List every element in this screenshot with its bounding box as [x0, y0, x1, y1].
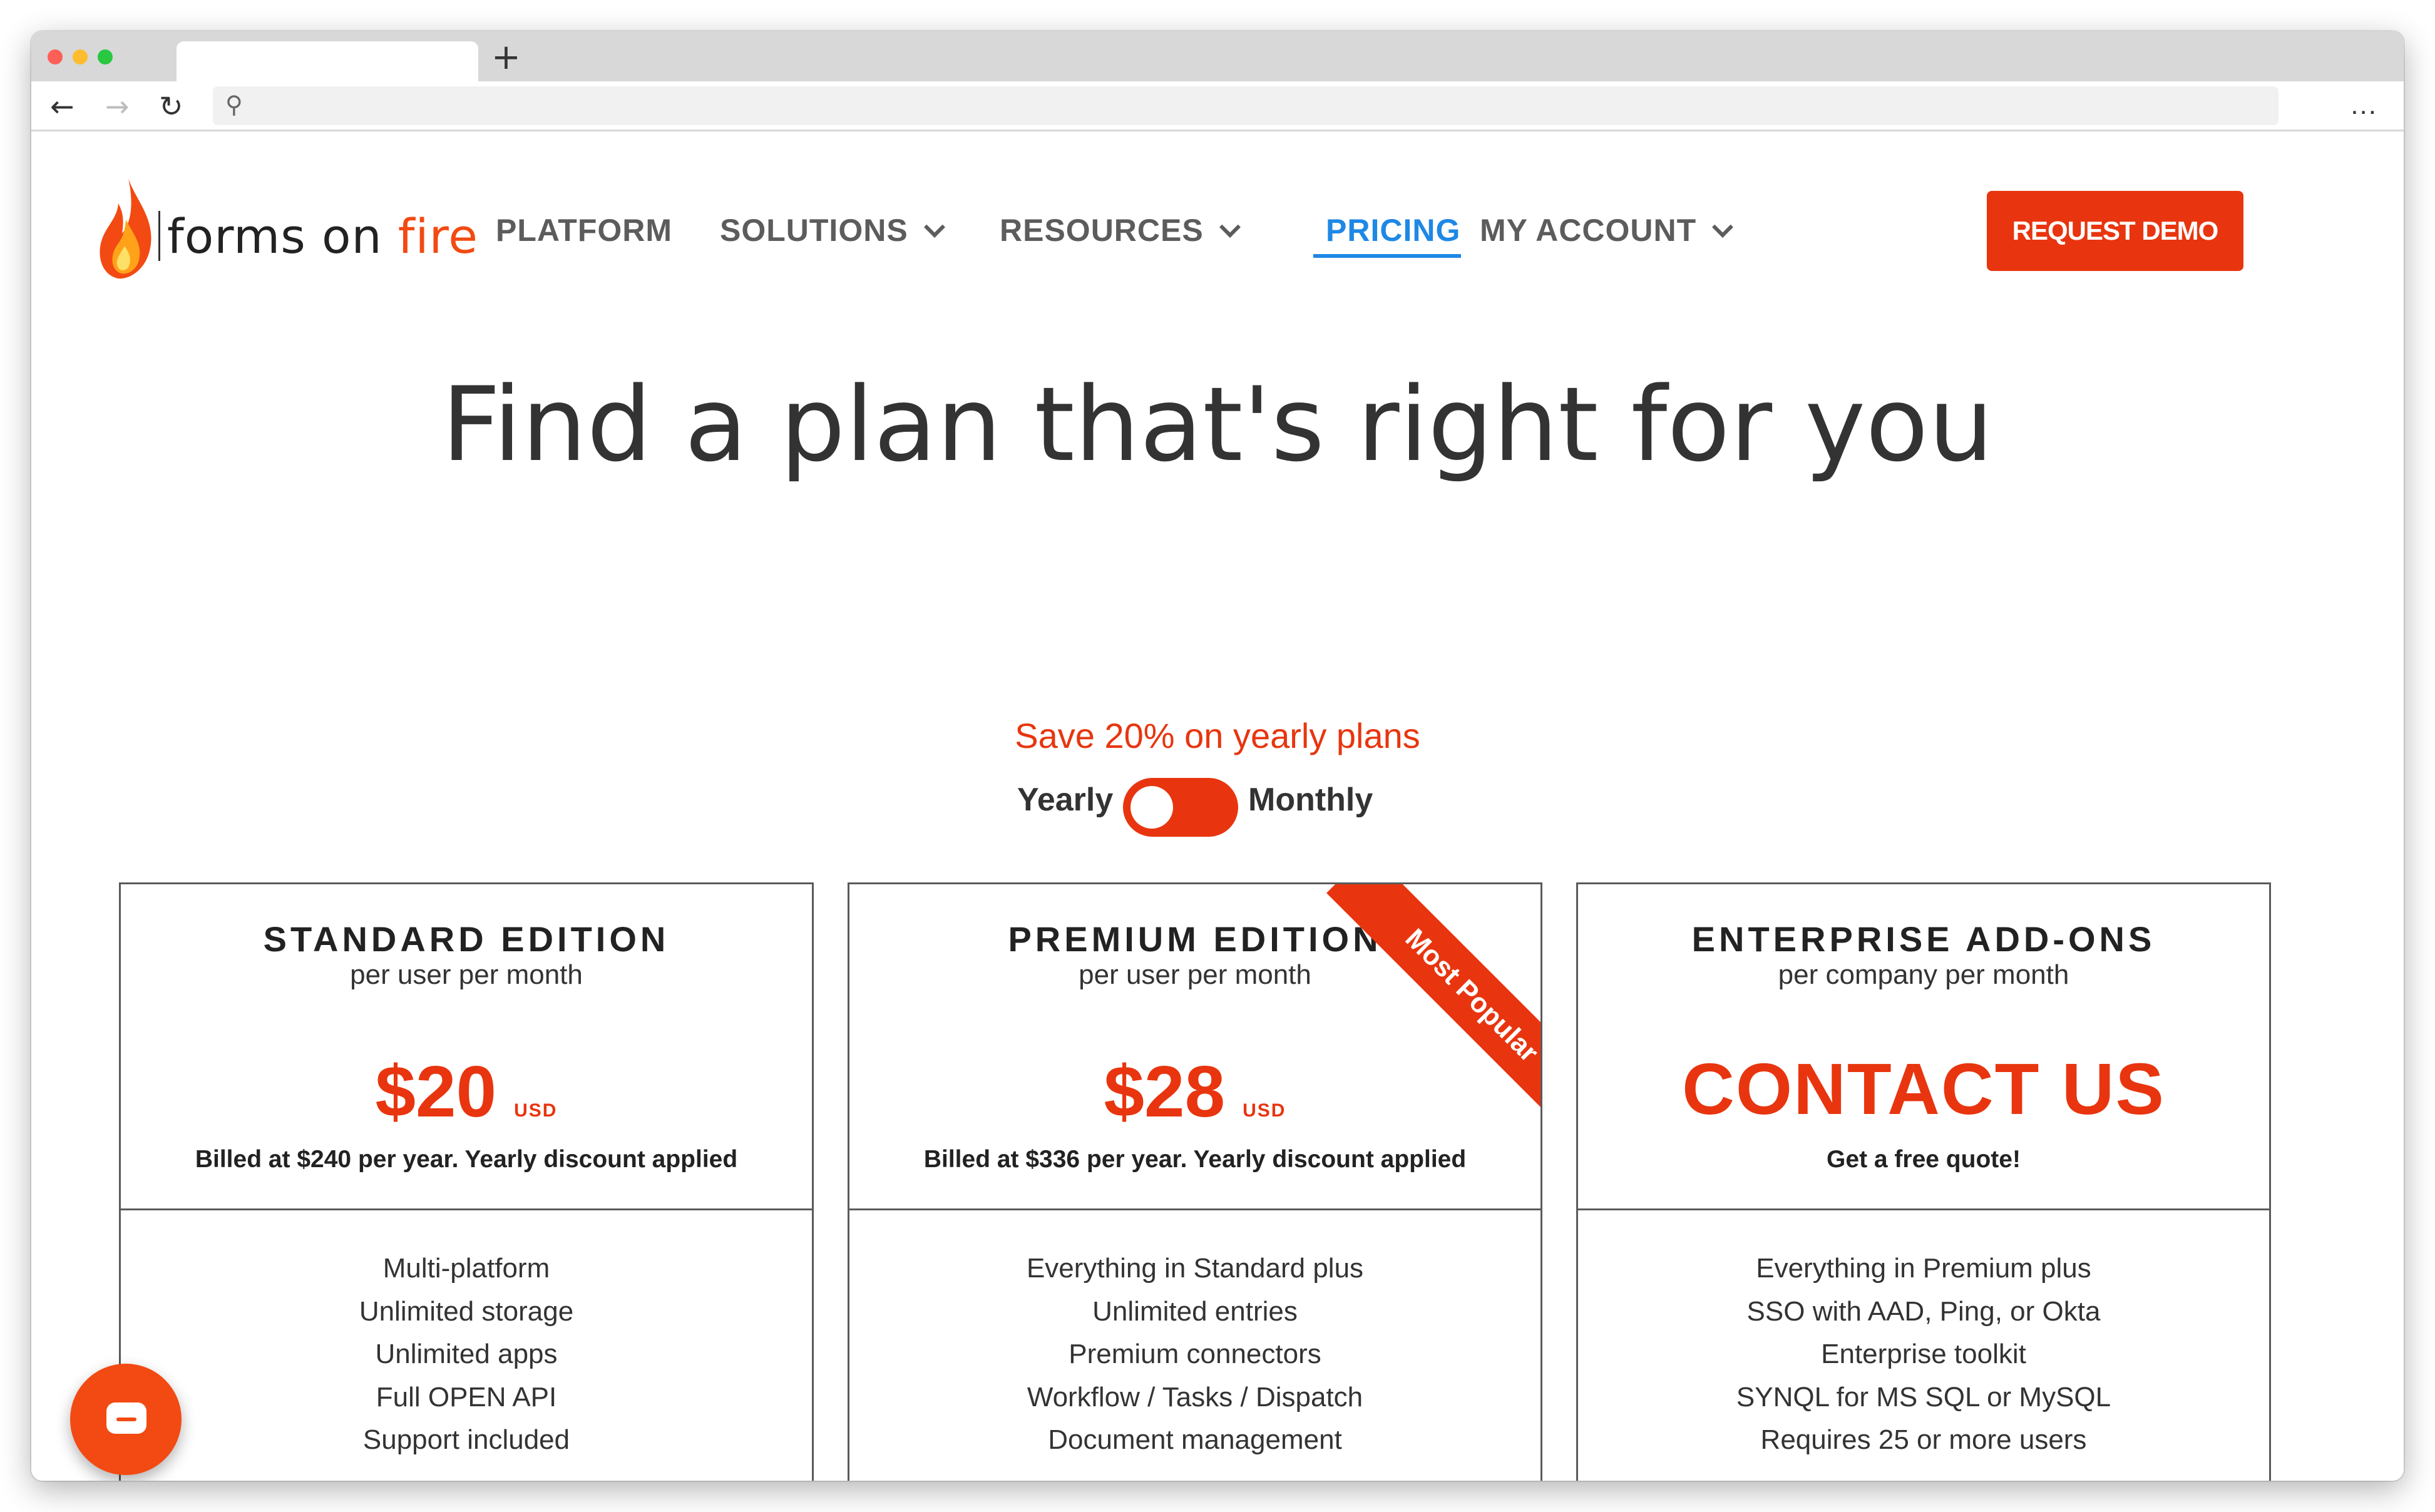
yearly-label[interactable]: Yearly: [1017, 781, 1113, 819]
feature-item: Everything in Standard plus: [1026, 1253, 1364, 1284]
plan-subtitle: per user per month: [350, 959, 583, 990]
reload-icon[interactable]: ↻: [159, 88, 183, 125]
feature-item: Everything in Premium plus: [1756, 1253, 2091, 1284]
feature-list: Everything in Premium plus SSO with AAD,…: [1578, 1247, 2269, 1462]
browser-tab[interactable]: [177, 41, 478, 81]
nav-resources[interactable]: RESOURCES: [1000, 212, 1241, 248]
back-arrow-icon[interactable]: ←: [50, 88, 74, 125]
feature-item: Enterprise toolkit: [1821, 1339, 2026, 1369]
chevron-down-icon: [1219, 217, 1241, 238]
request-demo-button[interactable]: REQUEST DEMO: [1987, 191, 2243, 271]
card-divider: [121, 1208, 812, 1210]
feature-item: Support included: [362, 1424, 570, 1455]
plan-card-enterprise: ENTERPRISE ADD-ONS per company per month…: [1576, 882, 2271, 1481]
feature-item: Unlimited storage: [359, 1295, 574, 1327]
feature-item: Requires 25 or more users: [1760, 1424, 2087, 1455]
chat-bubble-icon: [106, 1402, 146, 1434]
contact-us-price: CONTACT US: [1682, 1048, 2165, 1130]
billing-note: Get a free quote!: [1827, 1146, 2021, 1173]
nav-platform[interactable]: PLATFORM: [496, 212, 672, 248]
feature-item: SSO with AAD, Ping, or Okta: [1746, 1295, 2101, 1327]
feature-item: Unlimited apps: [375, 1339, 558, 1369]
search-icon: ⚲: [225, 91, 243, 118]
chat-widget-button[interactable]: [70, 1364, 182, 1475]
save-note: Save 20% on yearly plans: [1015, 716, 1420, 755]
page-title: Find a plan that's right for you: [441, 365, 1994, 484]
price-amount: $20: [375, 1051, 497, 1132]
plan-card-premium: PREMIUM EDITION per user per month $28 US…: [848, 882, 1542, 1481]
plan-card-standard: STANDARD EDITION per user per month $20 U…: [119, 882, 814, 1481]
plan-price: $20 USD: [121, 1050, 812, 1133]
browser-toolbar: ← → ↻ ⚲ ...: [31, 81, 2404, 131]
feature-item: SYNQL for MS SQL or MySQL: [1736, 1381, 2111, 1412]
feature-item: Unlimited entries: [1092, 1295, 1298, 1327]
billing-toggle[interactable]: [1123, 778, 1238, 837]
monthly-label[interactable]: Monthly: [1248, 781, 1373, 819]
nav-solutions[interactable]: SOLUTIONS: [720, 212, 945, 248]
page-content: forms on fire PLATFORM SOLUTIONS RESOURC…: [31, 133, 2404, 1481]
billing-note: Billed at $240 per year. Yearly discount…: [195, 1146, 738, 1173]
price-amount: $28: [1104, 1051, 1226, 1132]
price-currency: USD: [514, 1100, 558, 1121]
chevron-down-icon: [1712, 217, 1734, 238]
nav-pricing[interactable]: PRICING: [1326, 212, 1460, 248]
toggle-knob: [1130, 786, 1173, 829]
most-popular-ribbon: Most Popular: [1326, 884, 1540, 1141]
tab-bar: +: [31, 31, 2404, 81]
more-menu-icon[interactable]: ...: [2350, 86, 2377, 124]
new-tab-icon[interactable]: +: [491, 38, 521, 78]
plan-title: STANDARD EDITION: [263, 919, 670, 959]
billing-note: Billed at $336 per year. Yearly discount…: [923, 1146, 1467, 1173]
close-window-button[interactable]: [48, 49, 63, 64]
browser-window: + ← → ↻ ⚲ ... forms on fire PLATFORM SOL…: [31, 31, 2404, 1481]
logo-text: forms on fire: [167, 208, 478, 264]
card-divider: [849, 1208, 1540, 1210]
minimize-window-button[interactable]: [73, 49, 88, 64]
feature-item: Workflow / Tasks / Dispatch: [1027, 1381, 1363, 1412]
logo-divider: [158, 211, 160, 261]
feature-item: Document management: [1048, 1424, 1342, 1455]
plan-title: ENTERPRISE ADD-ONS: [1691, 919, 2156, 959]
feature-item: Multi-platform: [382, 1253, 550, 1284]
feature-item: Full OPEN API: [376, 1381, 557, 1412]
nav-active-underline: [1313, 254, 1461, 258]
plan-subtitle: per company per month: [1778, 959, 2069, 990]
forward-arrow-icon[interactable]: →: [105, 88, 130, 125]
nav-my-account[interactable]: MY ACCOUNT: [1480, 212, 1734, 248]
chevron-down-icon: [923, 217, 945, 238]
maximize-window-button[interactable]: [98, 49, 113, 64]
feature-list: Multi-platform Unlimited storage Unlimit…: [121, 1247, 812, 1462]
feature-list: Everything in Standard plus Unlimited en…: [849, 1247, 1540, 1462]
ribbon-container: Most Popular: [1278, 884, 1540, 1147]
site-logo[interactable]: forms on fire: [97, 176, 498, 289]
flame-icon: [100, 178, 151, 279]
address-bar[interactable]: ⚲: [213, 86, 2279, 125]
feature-item: Premium connectors: [1069, 1339, 1321, 1369]
card-divider: [1578, 1208, 2269, 1210]
